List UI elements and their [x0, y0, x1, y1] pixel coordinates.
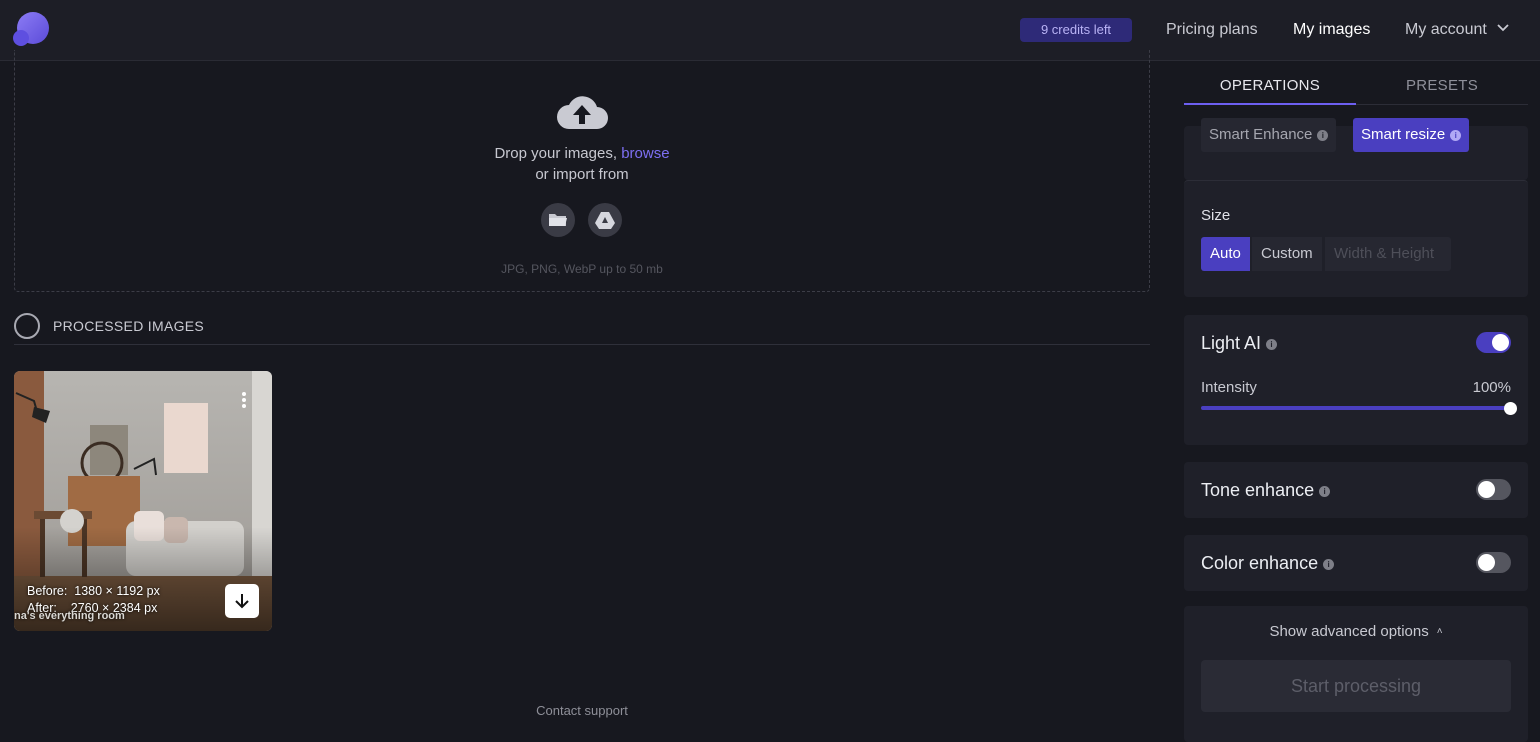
tone-enhance-toggle[interactable]	[1476, 479, 1511, 500]
info-icon[interactable]: i	[1317, 130, 1329, 141]
contact-support-link[interactable]: Contact support	[0, 703, 1164, 718]
smart-resize-label: Smart resize	[1361, 126, 1446, 143]
photo-caption: na's everything room	[14, 610, 125, 622]
import-google-drive-button[interactable]	[588, 203, 622, 237]
active-tab-indicator	[1184, 103, 1356, 105]
start-processing-button[interactable]: Start processing	[1201, 660, 1511, 712]
download-button[interactable]	[225, 584, 259, 618]
import-folder-button[interactable]	[541, 203, 575, 237]
folder-icon	[549, 214, 567, 226]
size-option-custom[interactable]: Custom	[1252, 237, 1322, 271]
processed-images-title: PROCESSED IMAGES	[53, 318, 205, 334]
smart-resize-button[interactable]: Smart resize i	[1353, 118, 1470, 152]
toggle-knob	[1492, 334, 1509, 351]
smart-enhance-label: Smart Enhance	[1209, 126, 1313, 143]
light-ai-toggle[interactable]	[1476, 332, 1511, 353]
toggle-knob	[1478, 481, 1495, 498]
select-all-checkbox[interactable]	[14, 313, 40, 339]
intensity-slider-thumb[interactable]	[1504, 402, 1517, 415]
logo-circle-small	[13, 30, 29, 46]
tab-presets[interactable]: PRESETS	[1356, 77, 1528, 94]
smart-enhance-button[interactable]: Smart Enhance i	[1201, 118, 1337, 152]
tab-divider	[1356, 104, 1528, 105]
drop-prefix: Drop your images,	[494, 145, 618, 162]
download-arrow-icon	[235, 594, 249, 609]
size-option-width-height[interactable]: Width & Height	[1325, 237, 1451, 271]
drop-instruction: Drop your images, browse	[0, 145, 1164, 162]
chevron-up-icon: ˄	[1436, 626, 1443, 637]
info-icon[interactable]: i	[1323, 559, 1335, 570]
info-icon[interactable]: i	[1266, 339, 1278, 350]
section-divider	[14, 344, 1150, 345]
info-icon[interactable]: i	[1319, 486, 1331, 497]
before-value: 1380 × 1192 px	[74, 584, 160, 598]
browse-link[interactable]: browse	[621, 145, 669, 162]
size-before: Before: 1380 × 1192 px	[27, 584, 160, 598]
color-enhance-label: Color enhance	[1201, 553, 1319, 573]
tone-enhance-title: Tone enhance i	[1201, 480, 1331, 501]
info-icon[interactable]: i	[1450, 130, 1462, 141]
more-vertical-icon[interactable]	[241, 391, 247, 409]
color-enhance-toggle[interactable]	[1476, 552, 1511, 573]
intensity-value: 100%	[1472, 379, 1511, 396]
chevron-down-icon[interactable]	[1497, 24, 1509, 32]
toggle-knob	[1478, 554, 1495, 571]
cloud-upload-icon	[557, 96, 608, 129]
before-label: Before:	[27, 584, 68, 598]
import-instruction: or import from	[535, 166, 629, 183]
tab-operations[interactable]: OPERATIONS	[1184, 77, 1356, 94]
light-ai-label: Light AI	[1201, 333, 1262, 353]
intensity-label: Intensity	[1201, 379, 1257, 396]
light-ai-title: Light AI i	[1201, 333, 1278, 354]
google-drive-icon	[595, 211, 615, 229]
nav-pricing-plans[interactable]: Pricing plans	[1166, 20, 1258, 40]
supported-formats: JPG, PNG, WebP up to 50 mb	[501, 262, 663, 276]
show-advanced-options[interactable]: Show advanced options ˄	[1184, 623, 1528, 640]
size-label: Size	[1201, 207, 1231, 224]
nav-my-images[interactable]: My images	[1293, 20, 1370, 40]
tone-enhance-label: Tone enhance	[1201, 480, 1315, 500]
color-enhance-title: Color enhance i	[1201, 553, 1335, 574]
app-logo[interactable]	[13, 12, 49, 46]
intensity-slider-track[interactable]	[1201, 406, 1511, 410]
advanced-label: Show advanced options	[1269, 623, 1429, 640]
size-option-auto[interactable]: Auto	[1201, 237, 1250, 271]
credits-badge[interactable]: 9 credits left	[1020, 18, 1132, 42]
nav-my-account[interactable]: My account	[1405, 20, 1487, 40]
